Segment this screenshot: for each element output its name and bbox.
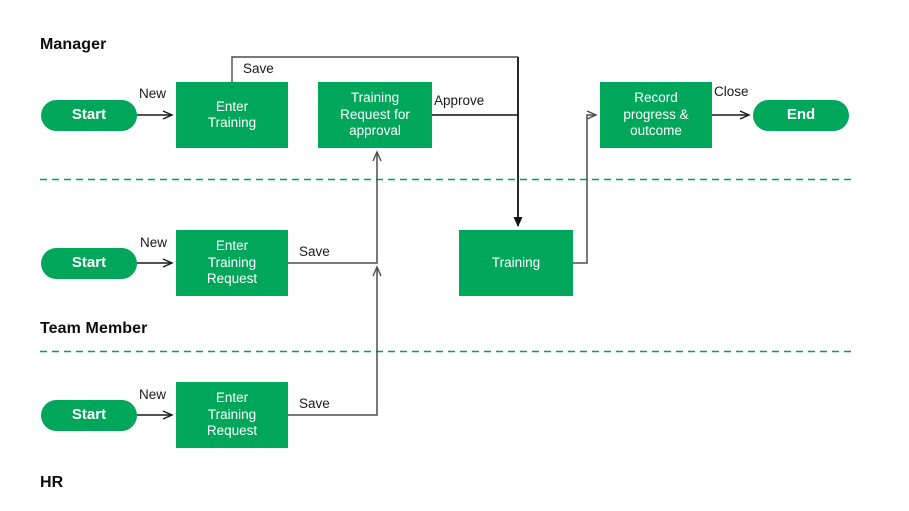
node-start-manager[interactable]: Start [41, 100, 137, 131]
node-enter-training-request-hr[interactable]: Enter Training Request [176, 382, 288, 448]
edge-label-close: Close [714, 84, 749, 99]
edge-label-new-manager: New [139, 86, 167, 101]
edge-label-save-manager: Save [243, 61, 274, 76]
edge-label-approve: Approve [434, 93, 485, 108]
flowchart-canvas: Manager Team Member HR Start Enter Traini… [0, 0, 909, 511]
node-start-team-member[interactable]: Start [41, 248, 137, 279]
lane-title-team-member: Team Member [40, 320, 148, 337]
connector-save-hr [288, 265, 382, 416]
node-training-request-approval[interactable]: Training Request for approval [318, 82, 432, 148]
node-enter-training[interactable]: Enter Training [176, 82, 288, 148]
edge-label-new-hr: New [139, 387, 167, 402]
node-start-hr[interactable]: Start [41, 400, 137, 431]
connector-save-manager [231, 56, 518, 82]
edge-label-save-team: Save [299, 244, 330, 259]
node-record-progress[interactable]: Record progress & outcome [600, 82, 712, 148]
edge-label-new-team: New [140, 235, 168, 250]
lane-title-hr: HR [40, 474, 64, 491]
node-training[interactable]: Training [459, 230, 573, 296]
node-enter-training-request-team[interactable]: Enter Training Request [176, 230, 288, 296]
lane-title-manager: Manager [40, 36, 107, 53]
flowchart-connectors [40, 56, 851, 420]
connector-training-to-record [573, 110, 598, 264]
edge-label-save-hr: Save [299, 396, 330, 411]
node-end-manager[interactable]: End [753, 100, 849, 131]
